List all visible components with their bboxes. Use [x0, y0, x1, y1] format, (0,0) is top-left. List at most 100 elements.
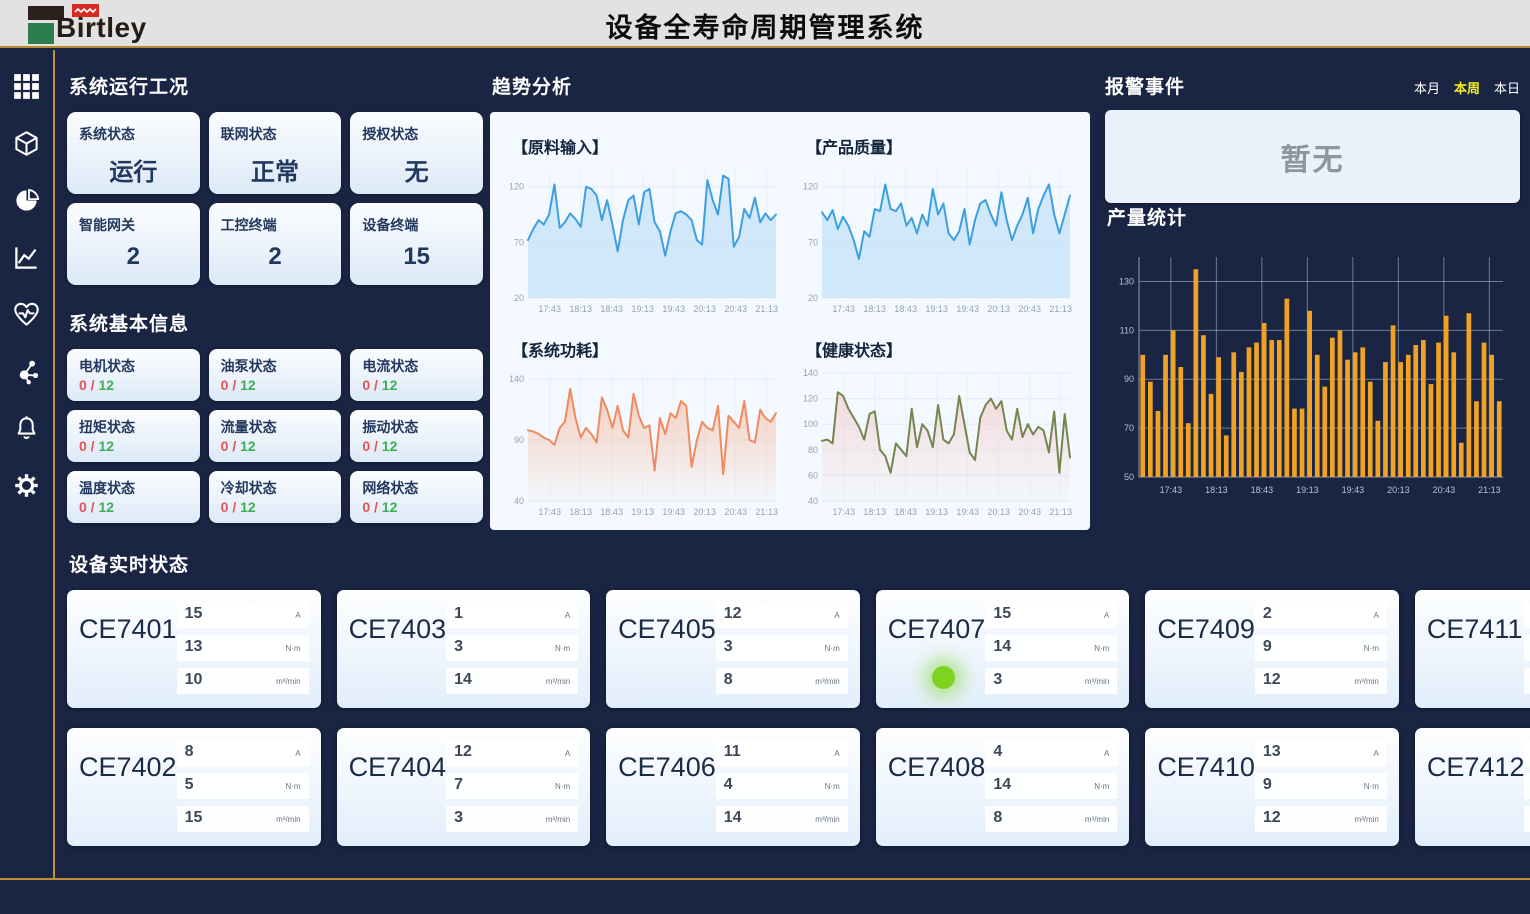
metric-unit: N·m [285, 782, 300, 791]
info-count-total: 12 [382, 499, 398, 515]
trend-chart-plot: 17:4318:1318:4319:1319:4320:1320:4321:13… [792, 160, 1078, 318]
right-column: 报警事件 本月本周本日 暂无 产量统计 17:4318:1318:4319:13… [1105, 72, 1520, 499]
svg-text:17:43: 17:43 [832, 304, 855, 314]
device-metric-row: 14m³/min [716, 806, 848, 832]
metric-unit: m³/min [546, 815, 570, 824]
sidebar-item-alarms[interactable] [12, 416, 42, 446]
device-metric-row: 9N·m [1255, 635, 1387, 661]
metric-unit: m³/min [276, 815, 300, 824]
svg-text:140: 140 [509, 374, 524, 384]
metric-unit: m³/min [1354, 677, 1378, 686]
svg-text:20:13: 20:13 [1387, 485, 1410, 495]
metric-value: 8 [724, 671, 733, 689]
metric-unit: N·m [825, 644, 840, 653]
metric-unit: A [1104, 611, 1109, 620]
device-card-ce7402[interactable]: CE74028A5N·m15m³/min [67, 728, 321, 846]
metric-unit: N·m [555, 782, 570, 791]
info-count-current: 0 [79, 499, 87, 515]
svg-text:140: 140 [803, 368, 818, 378]
device-card-ce7409[interactable]: CE74092A 9N·m 12 m³/min [1145, 590, 1399, 708]
sidebar-item-topology[interactable] [12, 359, 42, 389]
status-card-value: 15 [362, 243, 471, 271]
alarm-tab-1[interactable]: 本周 [1454, 78, 1480, 97]
info-card-label: 电机状态 [79, 356, 188, 376]
device-metric-row: 2A [1255, 602, 1387, 628]
device-card-ce7403[interactable]: CE74031A3N·m14m³/min [337, 590, 591, 708]
device-metrics: 15A14N·m3m³/min [985, 602, 1117, 698]
info-count-current: 0 [362, 377, 370, 393]
device-metric-row: 11A [716, 740, 848, 766]
device-metric-row: 10m³/min [1524, 806, 1530, 832]
status-card-value: 正常 [221, 152, 330, 187]
device-name: CE7406 [618, 752, 716, 836]
device-card-ce7405[interactable]: CE740512A3N·m8m³/min [606, 590, 860, 708]
status-card-label: 系统状态 [79, 124, 188, 144]
device-card-ce7410[interactable]: CE741013A9N·m12m³/min [1145, 728, 1399, 846]
svg-text:20:13: 20:13 [693, 507, 716, 517]
device-card-ce7407[interactable]: CE740715A14N·m3m³/min [876, 590, 1130, 708]
device-metric-row: 3m³/min [985, 668, 1117, 694]
info-card-label: 冷却状态 [221, 478, 330, 498]
metric-value: 12 [1263, 671, 1281, 689]
section-title-system-status: 系统运行工况 [69, 72, 483, 99]
device-metrics: 2A 9N·m 12 m³/min [1255, 602, 1387, 698]
status-card-label: 工控终端 [221, 215, 330, 235]
info-count-separator: / [87, 438, 99, 454]
alarm-tab-2[interactable]: 本日 [1494, 78, 1520, 97]
device-name: CE7408 [888, 752, 986, 836]
info-card-count: 0 / 12 [362, 499, 471, 515]
device-metric-row: 10m³/min [177, 668, 309, 694]
sidebar-item-dashboard[interactable] [12, 74, 42, 104]
info-card: 电机状态0 / 12 [67, 349, 200, 401]
device-card-ce7412[interactable]: CE74126A15N·m10m³/min [1415, 728, 1530, 846]
section-title-production: 产量统计 [1107, 203, 1520, 230]
device-metric-row: 15N·m [1524, 773, 1530, 799]
device-metric-row: 3N·m [716, 635, 848, 661]
info-count-total: 12 [98, 377, 114, 393]
device-name: CE7409 [1157, 614, 1255, 698]
device-metric-row: 1A [446, 602, 578, 628]
device-card-ce7401[interactable]: CE740115A13N·m10m³/min [67, 590, 321, 708]
svg-text:19:13: 19:13 [925, 507, 948, 517]
svg-text:17:43: 17:43 [538, 304, 561, 314]
device-metric-row: 8A [177, 740, 309, 766]
svg-text:17:43: 17:43 [832, 507, 855, 517]
info-card: 温度状态0 / 12 [67, 471, 200, 523]
device-metrics: 8A5N·m15m³/min [177, 740, 309, 836]
device-name: CE7404 [349, 752, 447, 836]
status-card: 工控终端2 [209, 203, 342, 285]
cube-icon [13, 130, 40, 162]
device-card-ce7411[interactable]: CE741110A15N·m11m³/min [1415, 590, 1530, 708]
section-title-devices: 设备实时状态 [69, 550, 1527, 577]
device-card-ce7404[interactable]: CE740412A7N·m3m³/min [337, 728, 591, 846]
metric-unit: m³/min [815, 677, 839, 686]
device-name: CE7402 [79, 752, 177, 836]
device-metric-row: 3m³/min [446, 806, 578, 832]
metric-value: 13 [185, 638, 203, 656]
device-card-ce7408[interactable]: CE74084A14N·m8m³/min [876, 728, 1130, 846]
line-chart-icon [13, 244, 40, 276]
sidebar-item-equipment[interactable] [12, 131, 42, 161]
sidebar-item-statistics[interactable] [12, 188, 42, 218]
metric-unit: A [834, 611, 839, 620]
device-metric-row: 14m³/min [446, 668, 578, 694]
sidebar-item-trend[interactable] [12, 245, 42, 275]
info-card-label: 流量状态 [221, 417, 330, 437]
svg-text:21:13: 21:13 [755, 304, 778, 314]
metric-value: 4 [993, 743, 1002, 761]
sidebar-item-health[interactable] [12, 302, 42, 332]
metric-unit: m³/min [815, 815, 839, 824]
alarm-tab-0[interactable]: 本月 [1414, 78, 1440, 97]
sidebar-item-settings[interactable] [12, 473, 42, 503]
device-card-ce7406[interactable]: CE740611A4N·m14m³/min [606, 728, 860, 846]
pie-chart-icon [13, 187, 40, 219]
svg-text:19:13: 19:13 [631, 507, 654, 517]
alarm-empty-card: 暂无 [1105, 110, 1520, 203]
svg-text:19:43: 19:43 [956, 507, 979, 517]
svg-text:18:43: 18:43 [600, 507, 623, 517]
device-name: CE7412 [1427, 752, 1525, 836]
device-metrics: 12A7N·m3m³/min [446, 740, 578, 836]
info-card: 流量状态0 / 12 [209, 410, 342, 462]
svg-text:18:13: 18:13 [863, 507, 886, 517]
metric-value: 13 [1263, 743, 1281, 761]
